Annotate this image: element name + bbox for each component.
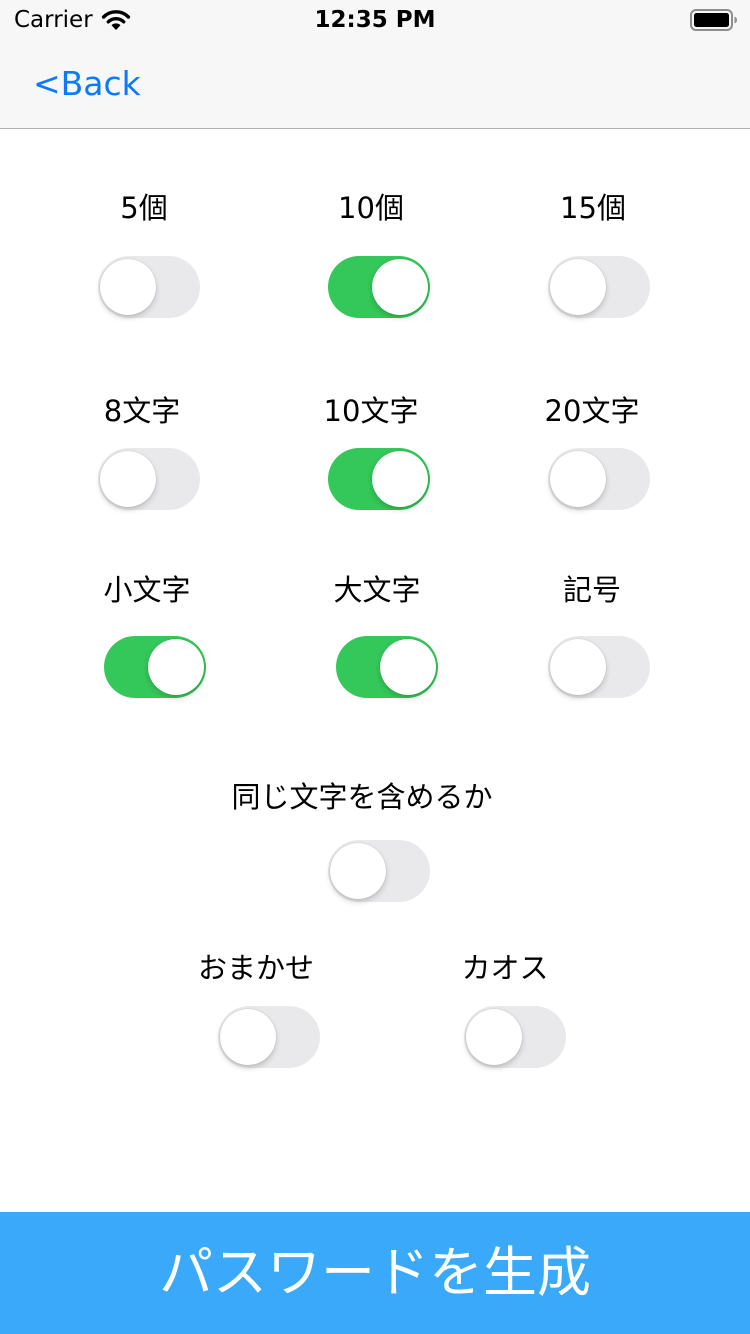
symbols-toggle[interactable] [548,636,650,698]
clock: 12:35 PM [314,7,436,33]
toggle-knob [372,259,428,315]
toggle-knob [550,259,606,315]
battery-icon [690,9,737,31]
toggle-knob [466,1009,522,1065]
generate-password-button[interactable]: パスワードを生成 [0,1212,750,1334]
length-8-toggle[interactable] [98,448,200,510]
count-5-label: 5個 [120,191,168,225]
toggle-knob [148,639,204,695]
toggle-knob [220,1009,276,1065]
uppercase-toggle[interactable] [336,636,438,698]
uppercase-label: 大文字 [333,573,421,607]
chaos-mode-toggle[interactable] [464,1006,566,1068]
toggle-knob [372,451,428,507]
auto-mode-label: おまかせ [197,951,314,985]
length-20-label: 20文字 [544,394,640,428]
count-10-toggle[interactable] [328,256,430,318]
count-15-label: 15個 [560,191,626,225]
status-bar: Carrier 12:35 PM [0,0,750,40]
length-10-label: 10文字 [323,394,419,428]
toggle-knob [550,639,606,695]
same-char-toggle[interactable] [328,840,430,902]
length-10-toggle[interactable] [328,448,430,510]
chaos-mode-label: カオス [461,951,549,985]
toggle-knob [100,451,156,507]
lowercase-toggle[interactable] [104,636,206,698]
toggle-knob [100,259,156,315]
toggle-knob [330,843,386,899]
auto-mode-toggle[interactable] [218,1006,320,1068]
length-20-toggle[interactable] [548,448,650,510]
navigation-bar: <Back [0,40,750,129]
symbols-label: 記号 [562,573,621,607]
lowercase-label: 小文字 [103,573,191,607]
count-15-toggle[interactable] [548,256,650,318]
length-8-label: 8文字 [103,394,181,428]
same-char-label: 同じ文字を含めるか [231,780,493,814]
back-button[interactable]: <Back [33,64,141,104]
toggle-knob [380,639,436,695]
toggle-knob [550,451,606,507]
count-10-label: 10個 [338,191,404,225]
count-5-toggle[interactable] [98,256,200,318]
